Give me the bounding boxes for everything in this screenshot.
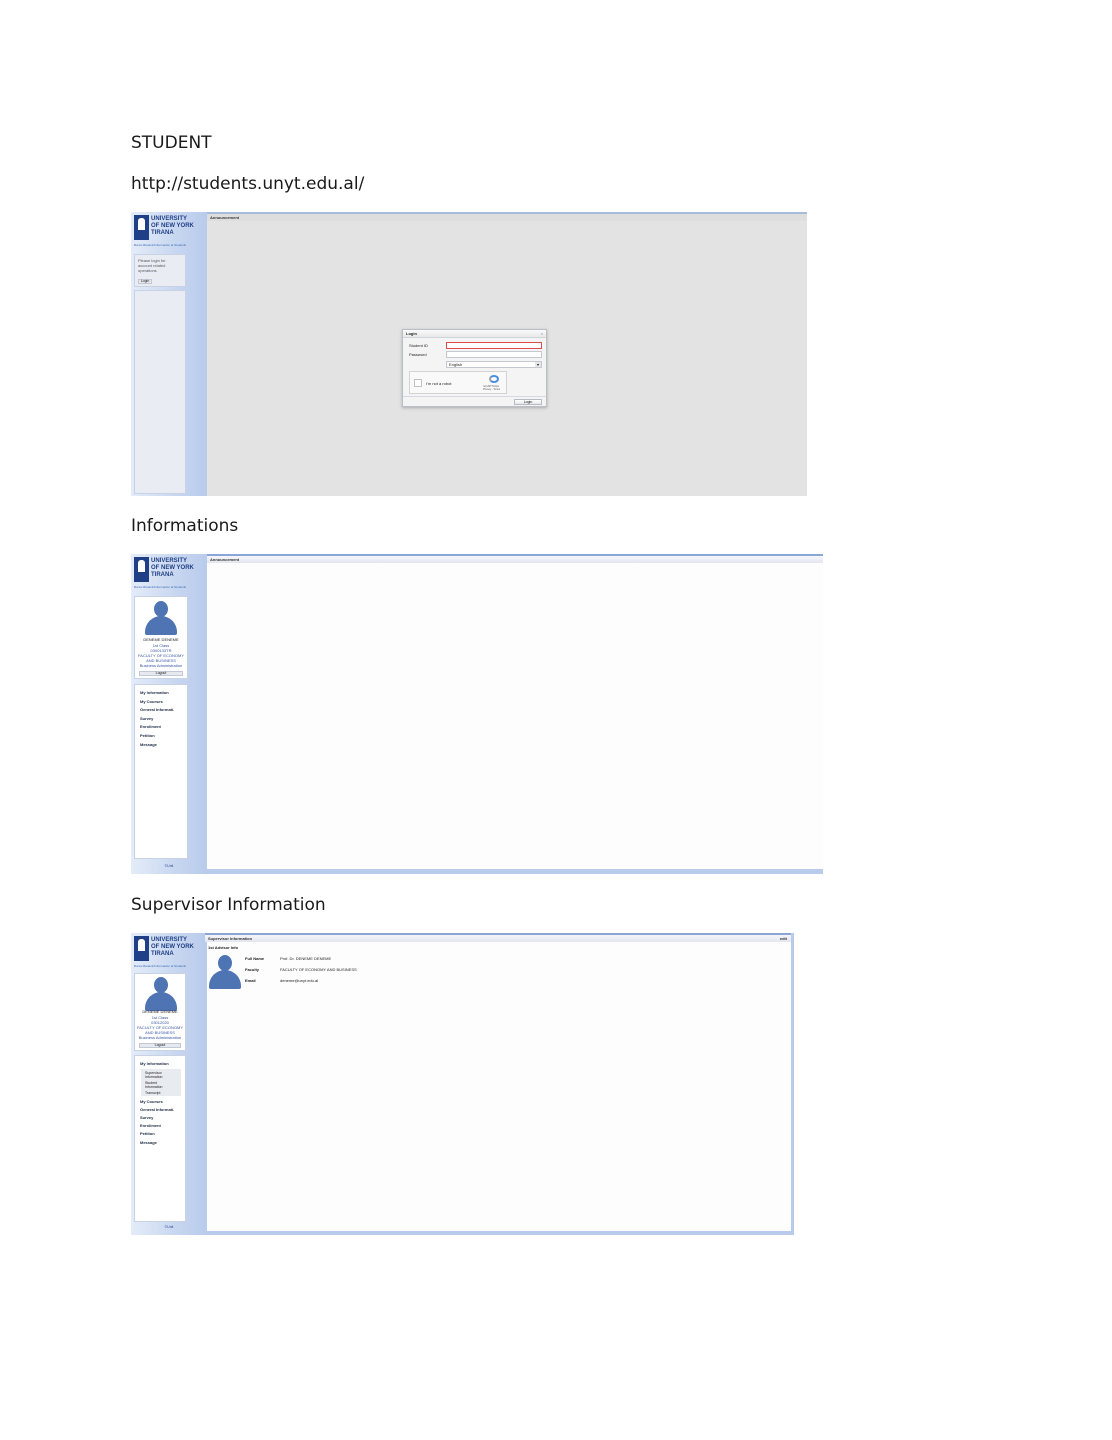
student-id-label: Student ID [409, 343, 428, 348]
recaptcha-checkbox[interactable] [414, 379, 422, 387]
side-login-button[interactable]: Login [138, 279, 152, 284]
advisor-label-email: Email [245, 978, 256, 983]
login-hint: Please login for account related operati… [138, 258, 166, 273]
sidebar: UNIVERSITY OF NEW YORK TIRANA Bursa Mana… [131, 554, 207, 874]
announcement-bar: Announcement [207, 554, 823, 563]
logo-text: UNIVERSITY OF NEW YORK TIRANA [151, 558, 194, 578]
language-value: English [449, 362, 463, 367]
copyright: ©Unit [164, 864, 174, 868]
student-name: DENEME DENEME [142, 1009, 178, 1014]
student-program: Business Administration [139, 663, 183, 668]
bottom-bar [207, 869, 823, 874]
menu-item-petition[interactable]: Petition [135, 732, 187, 741]
login-dialog-title: Login [406, 331, 417, 336]
login-submit-button[interactable]: Login [514, 399, 542, 405]
recaptcha-box: I'm not a robot reCAPTCHA Privacy - Term… [409, 371, 507, 394]
section-supervisor-heading: Supervisor Information [131, 895, 326, 915]
logout-button[interactable]: Logout [139, 1043, 181, 1048]
unyt-logo: UNIVERSITY OF NEW YORK TIRANA [134, 215, 194, 241]
login-dialog: Login × Student ID Password English ▾ I'… [402, 329, 547, 407]
doc-heading: STUDENT [131, 133, 212, 153]
menu-item-my-information[interactable]: My Information [135, 689, 187, 698]
sidebar: UNIVERSITY OF NEW YORK TIRANA Bursa Mana… [131, 212, 207, 496]
language-select[interactable]: English ▾ [446, 361, 542, 368]
password-input[interactable] [446, 351, 542, 358]
announcement-bar: Announcement [207, 212, 807, 221]
advisor-avatar [207, 953, 243, 989]
student-faculty: FACULTY OF ECONOMY AND BUSINESS [137, 653, 185, 663]
avatar [143, 599, 179, 635]
advisor-label-fullname: Full Name [245, 956, 265, 961]
logo-mark-icon [134, 215, 149, 240]
menu-item-general-information[interactable]: General Informati. [135, 1106, 185, 1114]
advisor-value-faculty: FACULTY OF ECONOMY AND BUSINESS [280, 967, 357, 972]
main-menu: My Information Supervisor Information St… [134, 1055, 186, 1222]
chevron-down-icon[interactable]: ▾ [535, 362, 541, 367]
login-screenshot: UNIVERSITY OF NEW YORK TIRANA Bursa Mana… [131, 212, 807, 496]
menu-item-general-information[interactable]: General Informati. [135, 706, 187, 715]
main-menu: My Information My Courses General Inform… [134, 684, 188, 859]
submenu-transcript[interactable]: Transcript [141, 1091, 181, 1095]
supervisor-title-bar: Supervisor Information edit [205, 933, 791, 942]
logo-text: UNIVERSITY OF NEW YORK TIRANA [151, 937, 194, 957]
menu-item-survey[interactable]: Survey [135, 1114, 185, 1122]
logo-mark-icon [134, 936, 149, 961]
avatar [143, 975, 179, 1011]
menu-item-message[interactable]: Message [135, 1139, 185, 1147]
advisor-value-email[interactable]: deneme@unyt.edu.al [280, 978, 318, 983]
advisor-label-faculty: Faculty [245, 967, 260, 972]
logo-tagline: Bursa Mananir/Informacion at Studentit [134, 964, 187, 968]
submenu: Supervisor Information Student Informati… [141, 1068, 181, 1096]
menu-item-enrollment[interactable]: Enrollment [135, 723, 187, 732]
student-card: DENEME DENEME 1st Class 03012020 FACULTY… [134, 973, 186, 1051]
recaptcha-label: I'm not a robot [426, 381, 452, 386]
password-label: Password [409, 352, 427, 357]
logo-tagline: Bursa Mananir/Informacion at Studentit [134, 243, 187, 247]
edit-link[interactable]: edit [780, 935, 787, 942]
menu-item-my-courses[interactable]: My Courses [135, 698, 187, 707]
supervisor-title: Supervisor Information [208, 936, 253, 941]
logo-mark-icon [134, 557, 149, 582]
menu-item-my-information[interactable]: My Information [135, 1060, 185, 1069]
recaptcha-links[interactable]: Privacy - Terms [483, 388, 500, 391]
doc-url: http://students.unyt.edu.al/ [131, 174, 365, 194]
submenu-supervisor-information[interactable]: Supervisor Information [141, 1071, 181, 1079]
advisor-section-title: 1st Advisor Info [208, 945, 239, 950]
menu-item-survey[interactable]: Survey [135, 715, 187, 724]
logout-button[interactable]: Logout [139, 671, 183, 676]
sidebar: UNIVERSITY OF NEW YORK TIRANA Bursa Mana… [131, 933, 207, 1235]
section-informations-heading: Informations [131, 516, 239, 536]
recaptcha-logo-icon [489, 375, 499, 383]
menu-item-enrollment[interactable]: Enrollment [135, 1122, 185, 1130]
bottom-bar [207, 1231, 791, 1235]
sidebar-empty-panel [134, 290, 186, 494]
login-dialog-header: Login × [403, 330, 546, 338]
copyright: ©Unit [164, 1225, 174, 1229]
close-icon[interactable]: × [541, 331, 543, 336]
dialog-divider [403, 396, 546, 397]
student-program: Business Administration [138, 1035, 182, 1040]
submenu-student-information[interactable]: Student Information [141, 1081, 181, 1089]
student-id-input[interactable] [446, 342, 542, 349]
informations-screenshot: UNIVERSITY OF NEW YORK TIRANA Bursa Mana… [131, 554, 823, 874]
unyt-logo: UNIVERSITY OF NEW YORK TIRANA [134, 936, 194, 962]
supervisor-screenshot: UNIVERSITY OF NEW YORK TIRANA Bursa Mana… [131, 933, 794, 1235]
logo-text: UNIVERSITY OF NEW YORK TIRANA [151, 216, 194, 236]
unyt-logo: UNIVERSITY OF NEW YORK TIRANA [134, 557, 194, 583]
student-faculty: FACULTY OF ECONOMY AND BUSINESS [136, 1025, 184, 1035]
student-name: DENEME DENEME [143, 637, 179, 642]
menu-item-my-courses[interactable]: My Courses [135, 1098, 185, 1106]
student-card: DENEME DENEME 1st Class 0300133TR FACULT… [134, 596, 188, 679]
logo-tagline: Bursa Mananir/Informacion at Studentit [134, 585, 187, 589]
menu-item-message[interactable]: Message [135, 741, 187, 750]
advisor-value-fullname: Prof. Dr. DENEME DENEME [280, 956, 332, 961]
login-hint-panel: Please login for account related operati… [134, 254, 186, 287]
menu-item-petition[interactable]: Petition [135, 1130, 185, 1138]
